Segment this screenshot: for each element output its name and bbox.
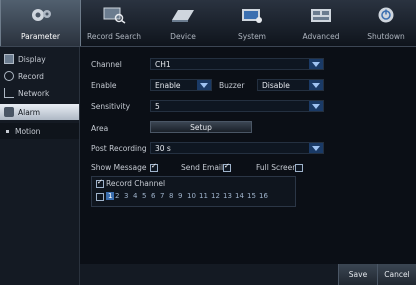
tab-shutdown[interactable]: Shutdown (356, 0, 416, 46)
sidebar-item-record[interactable]: Record (0, 68, 79, 84)
network-icon (4, 88, 14, 98)
area-label: Area (91, 124, 109, 133)
chevron-down-icon[interactable] (309, 80, 323, 90)
post-recording-value: 30 s (155, 143, 171, 153)
channel-value: CH1 (155, 59, 171, 69)
record-channel-16[interactable]: 16 (259, 192, 268, 200)
chevron-down-icon[interactable] (197, 80, 211, 90)
tab-label: System (238, 32, 266, 41)
tab-record-search[interactable]: Record Search (80, 0, 148, 46)
tab-label: Advanced (302, 32, 340, 41)
system-tool-icon (242, 9, 262, 23)
record-channel-5[interactable]: 5 (142, 192, 146, 200)
buzzer-value: Disable (262, 80, 290, 90)
sensitivity-select[interactable]: 5 (150, 100, 324, 112)
full-screen-checkbox[interactable] (295, 164, 303, 172)
send-email-label: Send Email (181, 163, 224, 172)
sensitivity-value: 5 (155, 101, 160, 111)
sidebar-item-display[interactable]: Display (0, 51, 79, 67)
show-message-label: Show Message (91, 163, 147, 172)
advanced-panel-icon (311, 9, 331, 22)
tab-label: Record Search (86, 32, 142, 41)
channel-select[interactable]: CH1 (150, 58, 324, 70)
full-screen-label: Full Screen (256, 163, 297, 172)
bullet-icon (6, 129, 9, 133)
sidebar-item-label: Motion (15, 126, 41, 136)
alarm-settings-panel: Channel CH1 Enable Enable Buzzer Disable… (80, 47, 416, 285)
record-channel-panel: Record Channel 12345678910111213141516 (91, 176, 296, 207)
save-button[interactable]: Save (338, 264, 377, 285)
record-channel-checkbox[interactable] (96, 178, 104, 188)
disk-drive-icon (172, 10, 194, 22)
record-channel-1[interactable]: 1 (106, 192, 115, 200)
cancel-button[interactable]: Cancel (377, 264, 416, 285)
record-channel-label: Record Channel (106, 179, 166, 188)
record-channel-2[interactable]: 2 (115, 192, 119, 200)
tab-advanced[interactable]: Advanced (287, 0, 355, 46)
sidebar-item-network[interactable]: Network (0, 85, 79, 101)
gears-icon (31, 9, 51, 21)
record-channel-3[interactable]: 3 (124, 192, 128, 200)
record-channel-4[interactable]: 4 (133, 192, 137, 200)
post-recording-select[interactable]: 30 s (150, 142, 324, 154)
chevron-down-icon[interactable] (309, 101, 323, 111)
record-channel-13[interactable]: 13 (223, 192, 232, 200)
chevron-down-icon[interactable] (309, 143, 323, 153)
tab-label: Parameter (20, 32, 61, 41)
monitor-search-icon (103, 7, 126, 24)
channel-label: Channel (91, 60, 122, 69)
sidebar-item-label: Display (18, 54, 46, 64)
record-channel-11[interactable]: 11 (199, 192, 208, 200)
post-recording-label: Post Recording (91, 144, 147, 153)
setup-button[interactable]: Setup (150, 121, 252, 133)
tab-system[interactable]: System (218, 0, 286, 46)
record-channel-15[interactable]: 15 (247, 192, 256, 200)
record-channel-8[interactable]: 8 (169, 192, 173, 200)
top-menu-bar: Parameter Record Search Device System Ad… (0, 0, 416, 47)
send-email-checkbox[interactable] (223, 162, 231, 172)
buzzer-select[interactable]: Disable (257, 79, 324, 91)
sidebar-item-label: Alarm (18, 107, 41, 117)
tab-label: Device (170, 32, 196, 41)
record-channel-7[interactable]: 7 (160, 192, 164, 200)
buzzer-label: Buzzer (219, 81, 245, 90)
enable-select[interactable]: Enable (150, 79, 212, 91)
settings-sidebar: Display Record Network Alarm Motion (0, 47, 80, 285)
show-message-checkbox[interactable] (150, 162, 158, 172)
chevron-down-icon[interactable] (309, 59, 323, 69)
enable-value: Enable (155, 80, 181, 90)
sidebar-item-label: Record (18, 71, 44, 81)
record-channel-9[interactable]: 9 (178, 192, 182, 200)
tab-parameter[interactable]: Parameter (0, 0, 81, 46)
record-channel-6[interactable]: 6 (151, 192, 155, 200)
sidebar-item-alarm[interactable]: Alarm (0, 104, 79, 120)
display-icon (4, 54, 14, 64)
record-channel-14[interactable]: 14 (235, 192, 244, 200)
record-channel-12[interactable]: 12 (211, 192, 220, 200)
tab-device[interactable]: Device (149, 0, 217, 46)
record-channel-10[interactable]: 10 (187, 192, 196, 200)
sidebar-item-motion[interactable]: Motion (0, 123, 79, 139)
dvr-settings-window: Parameter Record Search Device System Ad… (0, 0, 416, 285)
alarm-icon (4, 107, 14, 117)
select-all-channels-checkbox[interactable] (96, 193, 104, 201)
sensitivity-label: Sensitivity (91, 102, 131, 111)
enable-label: Enable (91, 81, 117, 90)
sidebar-item-label: Network (18, 88, 50, 98)
power-icon (378, 7, 394, 23)
tab-label: Shutdown (367, 32, 405, 41)
record-icon (4, 71, 14, 81)
